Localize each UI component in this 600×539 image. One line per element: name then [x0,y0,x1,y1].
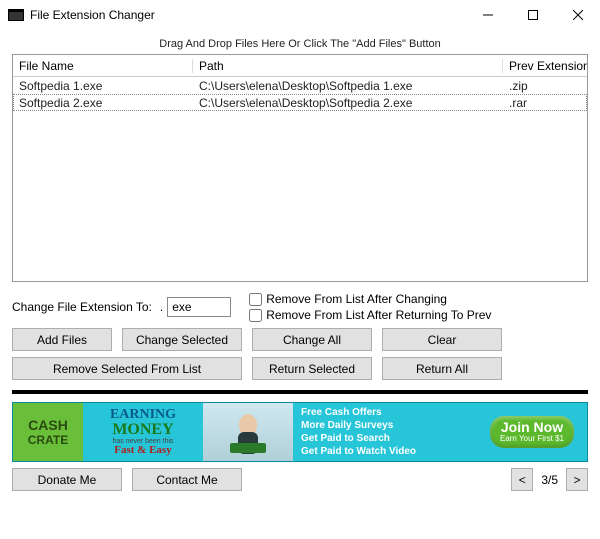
cell-filename: Softpedia 1.exe [13,79,193,93]
clear-button[interactable]: Clear [382,328,502,351]
minimize-button[interactable] [465,0,510,30]
add-files-button[interactable]: Add Files [12,328,112,351]
ad-headline: EARNING MONEY has never been this Fast &… [83,403,203,461]
remove-after-return-checkbox[interactable] [249,309,262,322]
change-selected-button[interactable]: Change Selected [122,328,242,351]
app-icon [8,9,24,21]
column-header-filename[interactable]: File Name [13,59,193,73]
cell-path: C:\Users\elena\Desktop\Softpedia 2.exe [193,96,503,110]
donate-button[interactable]: Donate Me [12,468,122,491]
ad-banner[interactable]: CASH CRATE EARNING MONEY has never been … [12,402,588,462]
drag-hint-text: Drag And Drop Files Here Or Click The "A… [12,36,588,54]
cell-filename: Softpedia 2.exe [13,96,193,110]
pager-prev-button[interactable]: < [511,468,533,491]
return-selected-button[interactable]: Return Selected [252,357,372,380]
table-row[interactable]: Softpedia 1.exe C:\Users\elena\Desktop\S… [13,77,587,94]
list-header: File Name Path Prev Extension [13,55,587,77]
extension-dot: . [160,300,163,314]
column-header-prev-ext[interactable]: Prev Extension [503,59,587,73]
close-button[interactable] [555,0,600,30]
remove-after-return-label: Remove From List After Returning To Prev [266,308,491,322]
extension-input[interactable] [167,297,231,317]
cell-path: C:\Users\elena\Desktop\Softpedia 1.exe [193,79,503,93]
remove-after-return-row[interactable]: Remove From List After Returning To Prev [249,308,491,322]
pager: < 3/5 > [511,468,588,491]
cell-prev-ext: .zip [503,79,587,93]
ad-crate-logo: CASH CRATE [13,403,83,461]
remove-selected-button[interactable]: Remove Selected From List [12,357,242,380]
cell-prev-ext: .rar [503,96,587,110]
ad-photo [203,403,293,461]
pager-next-button[interactable]: > [566,468,588,491]
remove-after-change-checkbox[interactable] [249,293,262,306]
table-row[interactable]: Softpedia 2.exe C:\Users\elena\Desktop\S… [13,94,587,111]
ad-cta[interactable]: Join Now Earn Your First $1 [477,403,587,461]
ad-feature-list: Free Cash Offers More Daily Surveys Get … [293,403,477,461]
remove-after-change-label: Remove From List After Changing [266,292,447,306]
divider [12,390,588,394]
remove-after-change-row[interactable]: Remove From List After Changing [249,292,491,306]
window-title: File Extension Changer [30,8,465,22]
return-all-button[interactable]: Return All [382,357,502,380]
titlebar: File Extension Changer [0,0,600,30]
contact-button[interactable]: Contact Me [132,468,242,491]
maximize-button[interactable] [510,0,555,30]
file-list[interactable]: File Name Path Prev Extension Softpedia … [12,54,588,282]
change-all-button[interactable]: Change All [252,328,372,351]
extension-label: Change File Extension To: [12,300,152,314]
column-header-path[interactable]: Path [193,59,503,73]
pager-page-label: 3/5 [537,473,562,487]
